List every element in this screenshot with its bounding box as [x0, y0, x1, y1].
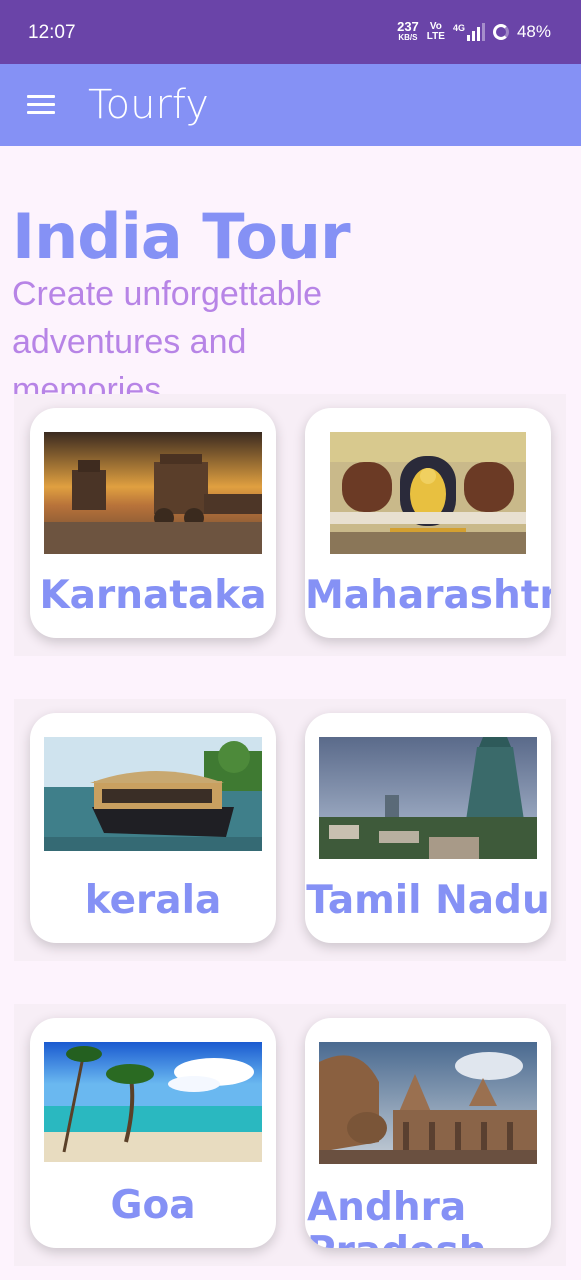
destination-label: Maharashtr [305, 573, 551, 618]
signal-label: 4G [452, 22, 465, 33]
destination-row: Karnataka Maharashtr [14, 394, 566, 656]
destination-row: kerala Tamil Nadu [14, 699, 566, 961]
status-bar: 12:07 237 KB/S Vo LTE 4G 48% [0, 0, 581, 64]
destination-label: Karnataka [39, 573, 267, 618]
shirdi-sai-temple-image [330, 432, 526, 554]
net-speed-indicator: 237 KB/S [397, 20, 419, 43]
volte-top: Vo [429, 20, 442, 32]
destination-label: Tamil Nadu [306, 878, 550, 923]
battery-percent: 48% [516, 21, 551, 41]
kerala-houseboat-image [44, 737, 262, 851]
madurai-temple-gopuram-image [319, 737, 537, 859]
net-speed-unit: KB/S [398, 33, 418, 42]
hamburger-menu-icon[interactable] [27, 95, 55, 115]
hampi-stone-chariot-image [44, 432, 262, 554]
app-title: Tourfy [88, 82, 209, 128]
signal-icon: 4G [452, 22, 485, 41]
destination-row: Goa Andhra Pradesh [14, 1004, 566, 1266]
destination-card-maharashtra[interactable]: Maharashtr [305, 408, 551, 638]
status-icons: 237 KB/S Vo LTE 4G 48% [397, 20, 551, 43]
destination-card-andhra-pradesh[interactable]: Andhra Pradesh [305, 1018, 551, 1248]
page-title: India Tour [12, 200, 351, 273]
volte-bottom: LTE [426, 30, 445, 42]
destination-card-tamil-nadu[interactable]: Tamil Nadu [305, 713, 551, 943]
destination-label: Andhra Pradesh [307, 1185, 486, 1249]
destination-card-karnataka[interactable]: Karnataka [30, 408, 276, 638]
status-time: 12:07 [28, 22, 76, 43]
page-subtitle: Create unforgettable adventures and memo… [12, 275, 322, 409]
net-speed-value: 237 [397, 19, 419, 34]
app-bar: Tourfy [0, 64, 581, 146]
volte-indicator: Vo LTE [426, 20, 445, 42]
lepakshi-nandi-temple-image [319, 1042, 537, 1164]
battery-icon [492, 23, 509, 40]
goa-beach-palms-image [44, 1042, 262, 1162]
destination-label: Goa [110, 1183, 196, 1228]
destination-card-goa[interactable]: Goa [30, 1018, 276, 1248]
destination-label: kerala [84, 878, 222, 923]
destination-card-kerala[interactable]: kerala [30, 713, 276, 943]
